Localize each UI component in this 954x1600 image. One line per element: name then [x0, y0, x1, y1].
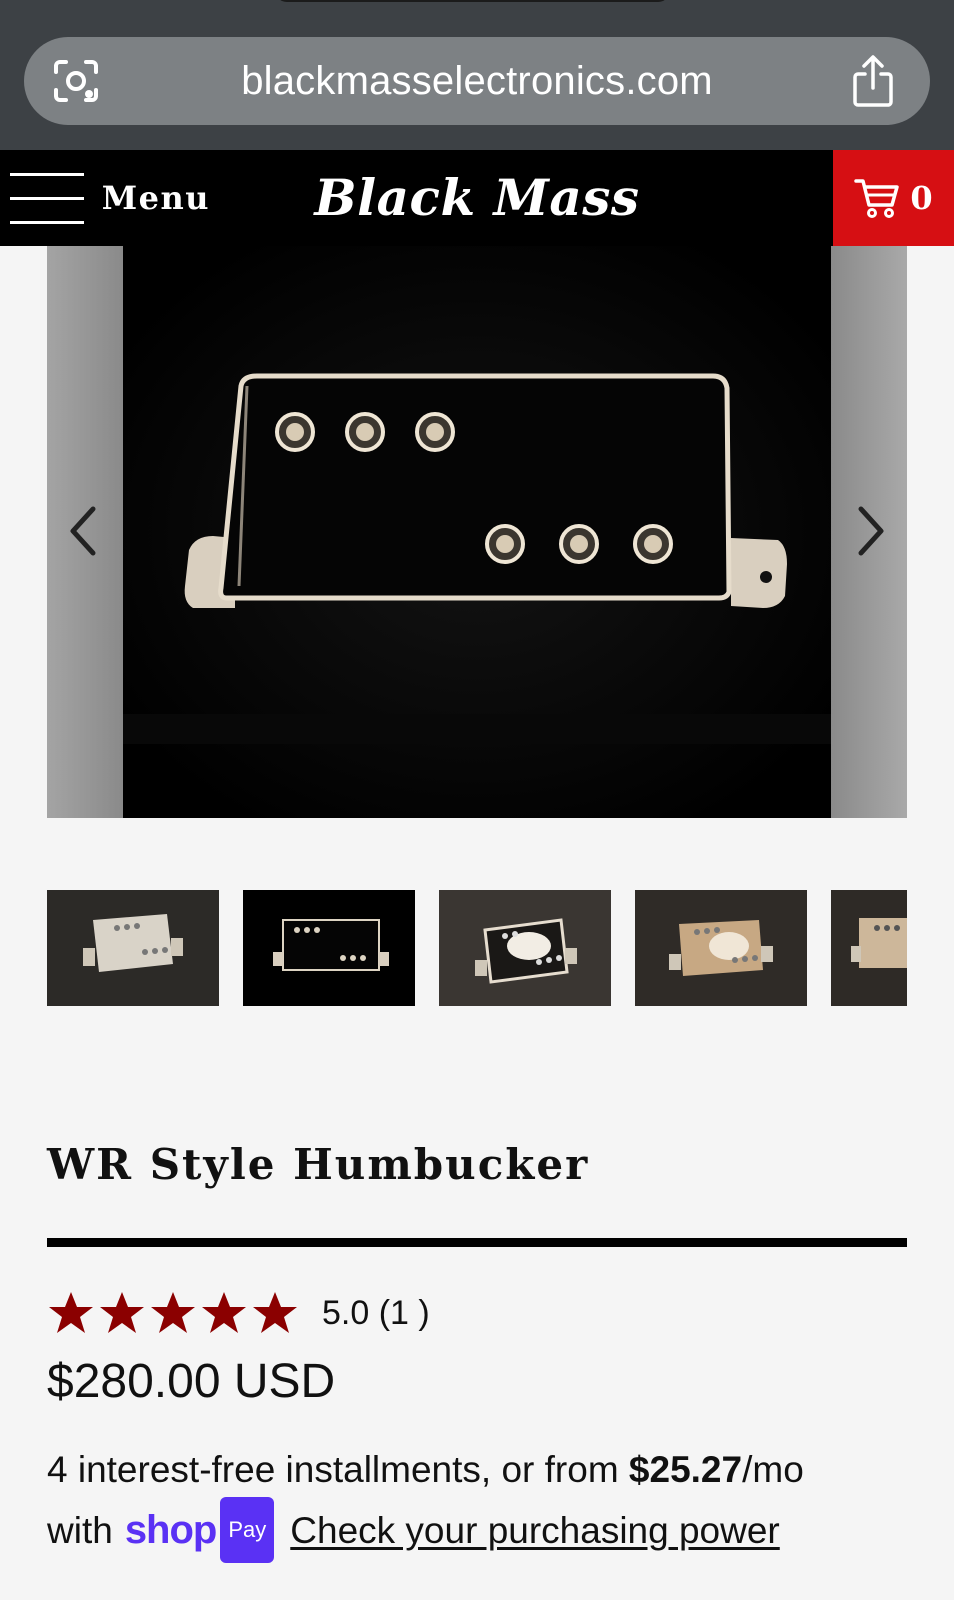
thumbnail-5[interactable] [831, 890, 907, 1006]
url-text[interactable]: blackmasselectronics.com [120, 37, 834, 125]
camera-search-icon[interactable] [52, 58, 100, 104]
title-divider [47, 1238, 907, 1247]
product-title: WR Style Humbucker [47, 1140, 590, 1189]
product-image-carousel[interactable] [47, 246, 907, 818]
thumbnail-4[interactable] [635, 890, 807, 1006]
product-main-image [123, 246, 831, 818]
star-icon [100, 1292, 144, 1333]
device-notch [275, 0, 670, 2]
installment-with: with [47, 1509, 113, 1551]
share-icon[interactable] [850, 54, 896, 108]
menu-button[interactable]: Menu [10, 150, 210, 246]
star-rating [47, 1290, 302, 1336]
shoppay-pay-badge: Pay [220, 1497, 275, 1563]
browser-toolbar: blackmasselectronics.com [0, 0, 954, 150]
installment-prefix: 4 interest-free installments, or from [47, 1449, 629, 1490]
star-icon [202, 1292, 246, 1333]
installment-offer: 4 interest-free installments, or from $2… [47, 1440, 927, 1566]
rating-summary: 5.0 (1 ) [322, 1293, 430, 1332]
hamburger-icon [10, 171, 84, 225]
check-purchasing-power-link[interactable]: Check your purchasing power [290, 1510, 779, 1551]
chevron-left-icon[interactable] [63, 501, 103, 561]
menu-label: Menu [101, 179, 210, 217]
thumbnail-strip [47, 890, 907, 1006]
installment-suffix: /mo [742, 1449, 804, 1490]
cart-count: 0 [910, 179, 933, 217]
product-rating[interactable]: 5.0 (1 ) [47, 1287, 430, 1339]
shoppay-shop-word: shop [124, 1508, 218, 1552]
product-price: $280.00 USD [47, 1355, 336, 1408]
cart-button[interactable]: 0 [833, 150, 954, 246]
thumbnail-3[interactable] [439, 890, 611, 1006]
chevron-right-icon[interactable] [851, 501, 891, 561]
thumbnail-2[interactable] [243, 890, 415, 1006]
star-icon [253, 1292, 297, 1333]
brand-logo[interactable]: Black Mass [300, 150, 654, 246]
shoppay-logo: shop Pay [124, 1497, 275, 1563]
star-icon [49, 1292, 93, 1333]
star-icon [151, 1292, 195, 1333]
installment-amount: $25.27 [628, 1449, 743, 1490]
cart-icon [854, 179, 900, 218]
thumbnail-1[interactable] [47, 890, 219, 1006]
